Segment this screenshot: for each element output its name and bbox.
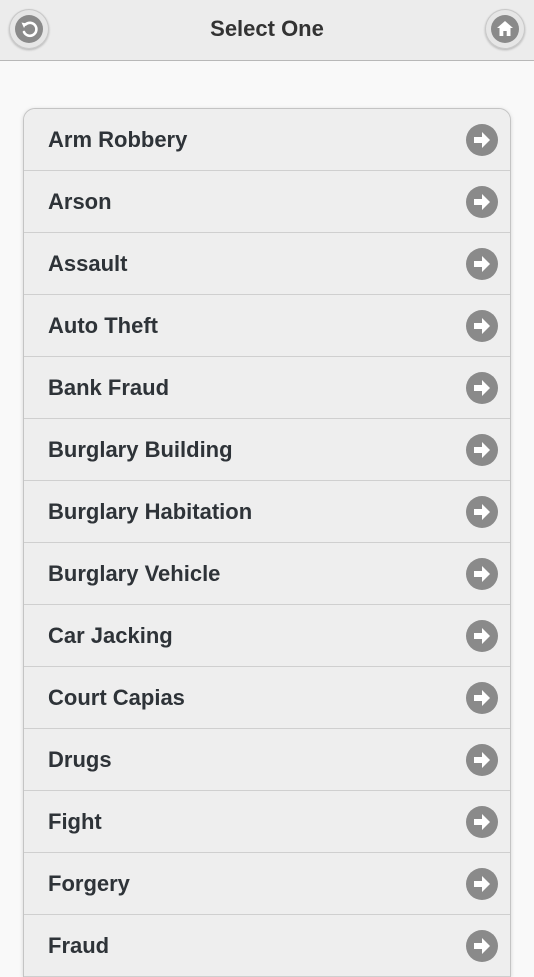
list-item[interactable]: Forgery bbox=[24, 853, 510, 915]
arrow-right-icon bbox=[466, 248, 498, 280]
arrow-right-icon bbox=[466, 186, 498, 218]
list-item[interactable]: Fight bbox=[24, 791, 510, 853]
arrow-right-icon bbox=[466, 124, 498, 156]
list-item-label: Bank Fraud bbox=[48, 375, 170, 400]
list-item[interactable]: Burglary Habitation bbox=[24, 481, 510, 543]
arrow-right-icon bbox=[466, 434, 498, 466]
list-item-label: Arm Robbery bbox=[48, 127, 188, 152]
list-item-label: Fight bbox=[48, 809, 102, 834]
list-item-label: Arson bbox=[48, 189, 112, 214]
list-item[interactable]: Court Capias bbox=[24, 667, 510, 729]
list-item[interactable]: Arson bbox=[24, 171, 510, 233]
list-item-label: Forgery bbox=[48, 871, 130, 896]
list-item[interactable]: Car Jacking bbox=[24, 605, 510, 667]
list-item-label: Assault bbox=[48, 251, 128, 276]
page-title: Select One bbox=[210, 16, 324, 41]
header-bar: Select One bbox=[0, 0, 534, 61]
arrow-right-icon bbox=[466, 930, 498, 962]
category-list: Arm Robbery Arson Assault Auto Theft Bank Fr… bbox=[23, 108, 511, 977]
arrow-right-icon bbox=[466, 310, 498, 342]
list-item-label: Auto Theft bbox=[48, 313, 158, 338]
arrow-right-icon bbox=[466, 620, 498, 652]
list-item[interactable]: Auto Theft bbox=[24, 295, 510, 357]
list-item-label: Fraud bbox=[48, 933, 110, 958]
arrow-right-icon bbox=[466, 744, 498, 776]
list-item-label: Burglary Building bbox=[48, 437, 233, 462]
list-item[interactable]: Assault bbox=[24, 233, 510, 295]
list-item[interactable]: Fraud bbox=[24, 915, 510, 977]
list-item[interactable]: Burglary Building bbox=[24, 419, 510, 481]
home-button[interactable] bbox=[485, 9, 525, 49]
list-item-label: Drugs bbox=[48, 747, 112, 772]
list-item[interactable]: Bank Fraud bbox=[24, 357, 510, 419]
arrow-right-icon bbox=[466, 496, 498, 528]
list-item-label: Court Capias bbox=[48, 685, 185, 710]
list-item[interactable]: Burglary Vehicle bbox=[24, 543, 510, 605]
list-item[interactable]: Drugs bbox=[24, 729, 510, 791]
arrow-right-icon bbox=[466, 682, 498, 714]
list-item-label: Burglary Vehicle bbox=[48, 561, 221, 586]
list-item[interactable]: Arm Robbery bbox=[24, 109, 510, 171]
list-item-label: Car Jacking bbox=[48, 623, 173, 648]
arrow-right-icon bbox=[466, 806, 498, 838]
arrow-right-icon bbox=[466, 558, 498, 590]
list-item-label: Burglary Habitation bbox=[48, 499, 253, 524]
arrow-right-icon bbox=[466, 868, 498, 900]
home-icon bbox=[491, 15, 519, 43]
arrow-right-icon bbox=[466, 372, 498, 404]
